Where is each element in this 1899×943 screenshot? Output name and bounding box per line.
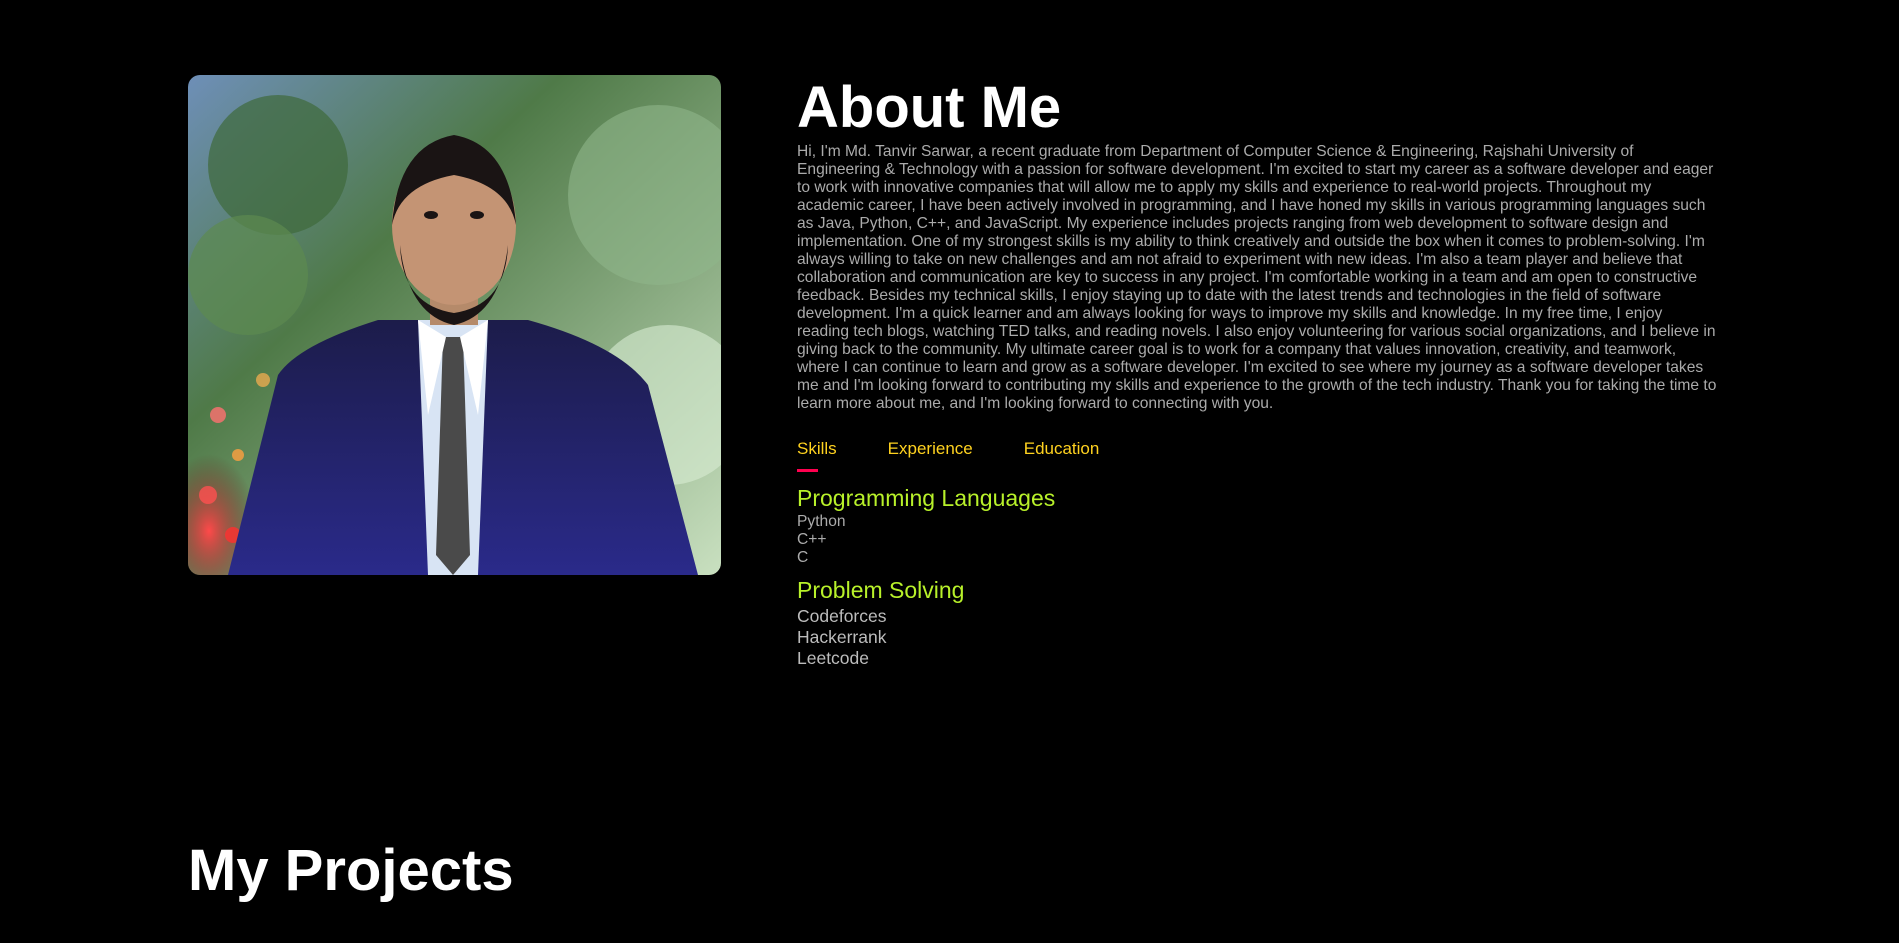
- tab-education[interactable]: Education: [1024, 439, 1100, 465]
- tab-skills[interactable]: Skills: [797, 439, 837, 472]
- profile-photo: [188, 75, 721, 575]
- list-item: Codeforces: [797, 606, 887, 626]
- list-item: Python: [797, 513, 846, 530]
- list-item: C++: [797, 531, 827, 548]
- profile-photo-illustration: [188, 75, 721, 575]
- about-tabs: Skills Experience Education: [797, 439, 1717, 479]
- list-item: Leetcode: [797, 648, 870, 668]
- skills-panel: Programming Languages Python C++ C Probl…: [797, 485, 1717, 669]
- about-bio: Hi, I'm Md. Tanvir Sarwar, a recent grad…: [797, 143, 1717, 412]
- programming-languages-heading: Programming Languages: [797, 485, 1056, 511]
- list-item: Hackerrank: [797, 627, 887, 647]
- tab-experience[interactable]: Experience: [888, 439, 973, 465]
- about-content: About Me Hi, I'm Md. Tanvir Sarwar, a re…: [797, 75, 1717, 669]
- problem-solving-heading: Problem Solving: [797, 577, 965, 603]
- list-item: C: [797, 549, 809, 566]
- about-title: About Me: [797, 75, 1062, 140]
- problem-solving-list: Codeforces Hackerrank Leetcode: [797, 606, 1717, 669]
- programming-languages-list: Python C++ C: [797, 513, 1717, 567]
- projects-title: My Projects: [188, 838, 514, 903]
